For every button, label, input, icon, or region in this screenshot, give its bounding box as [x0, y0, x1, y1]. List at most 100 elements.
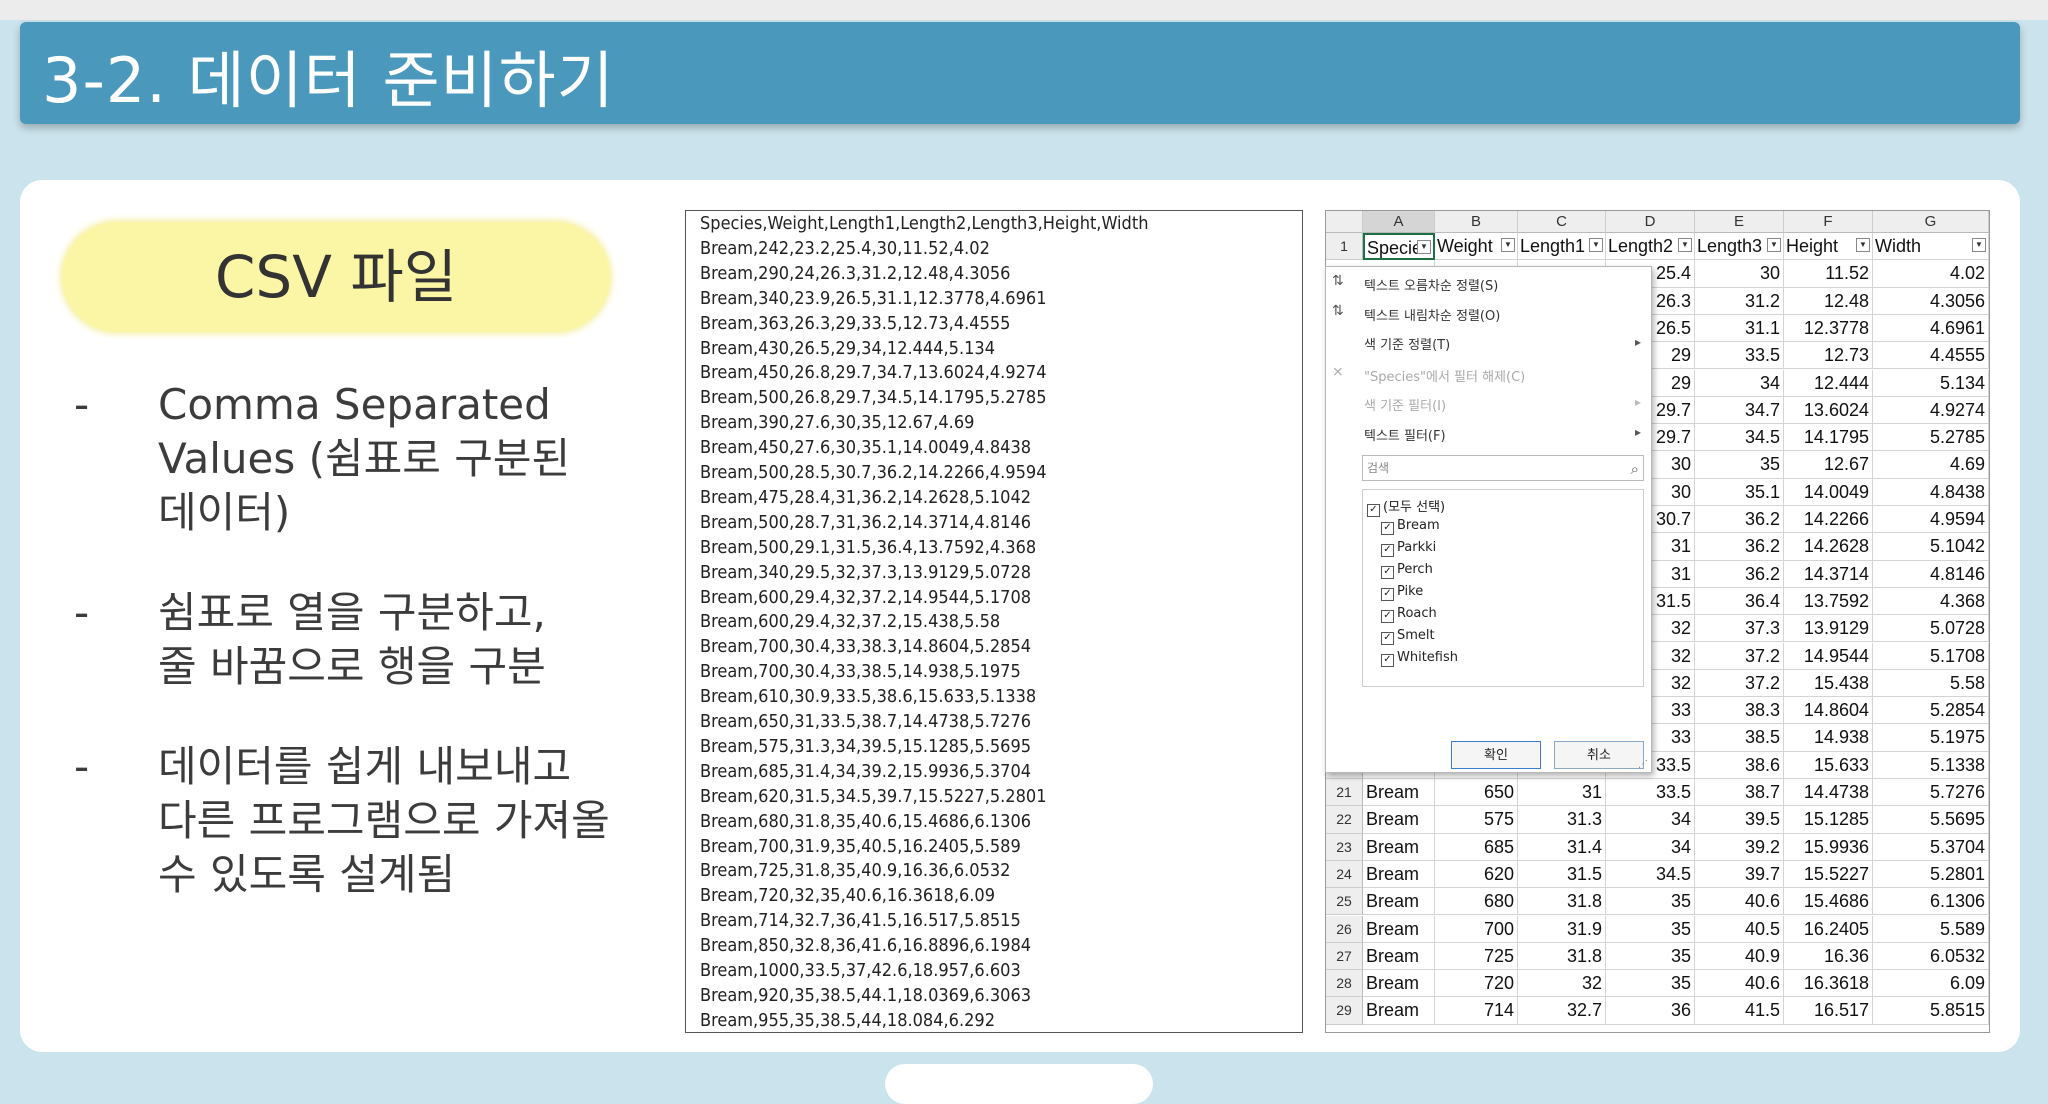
table-cell[interactable]: 35	[1606, 942, 1695, 971]
row-header[interactable]: 25	[1326, 888, 1363, 916]
column-header[interactable]: E	[1695, 211, 1784, 233]
checkbox-icon[interactable]: ✓	[1381, 610, 1394, 623]
table-cell[interactable]: 4.9274	[1873, 396, 1989, 425]
table-cell[interactable]: 32	[1518, 970, 1606, 998]
filter-dropdown-icon[interactable]: ▼	[1589, 238, 1603, 252]
table-cell[interactable]: 5.2854	[1873, 697, 1989, 725]
checkbox-icon[interactable]: ✓	[1381, 544, 1394, 557]
header-cell[interactable]: Length3 ▼	[1695, 233, 1784, 261]
table-cell[interactable]: 40.5	[1695, 915, 1784, 943]
table-cell[interactable]: 36.4	[1695, 587, 1784, 616]
row-header[interactable]: 22	[1326, 806, 1363, 834]
filter-checkbox-item[interactable]: ✓ Pike	[1381, 584, 1423, 601]
table-cell[interactable]: 31.9	[1518, 915, 1606, 943]
header-cell[interactable]: Height ▼	[1784, 233, 1873, 261]
table-cell[interactable]: 575	[1435, 806, 1518, 834]
table-cell[interactable]: 31.1	[1695, 314, 1784, 343]
table-cell[interactable]: 4.368	[1873, 587, 1989, 616]
table-cell[interactable]: 35	[1606, 915, 1695, 943]
table-cell[interactable]: 13.9129	[1784, 615, 1873, 643]
table-cell[interactable]: 12.444	[1784, 369, 1873, 397]
table-cell[interactable]: 37.3	[1695, 615, 1784, 643]
header-cell[interactable]: Weight ▼	[1435, 233, 1518, 261]
table-cell[interactable]: 5.5695	[1873, 806, 1989, 834]
table-cell[interactable]: 14.4738	[1784, 779, 1873, 807]
column-header[interactable]: A	[1363, 211, 1435, 233]
table-cell[interactable]: 33.5	[1606, 779, 1695, 807]
table-cell[interactable]: 34	[1606, 806, 1695, 834]
checkbox-icon[interactable]: ✓	[1381, 654, 1394, 667]
menu-sort-ascending[interactable]: 텍스트 오름차순 정렬(S)	[1364, 275, 1498, 294]
table-cell[interactable]: 15.5227	[1784, 860, 1873, 889]
table-cell[interactable]: 725	[1435, 942, 1518, 971]
table-cell[interactable]: 5.1708	[1873, 642, 1989, 670]
table-cell[interactable]: 31.2	[1695, 287, 1784, 315]
table-cell[interactable]: Bream	[1363, 860, 1435, 889]
table-cell[interactable]: 4.8146	[1873, 560, 1989, 588]
table-cell[interactable]: 14.2266	[1784, 506, 1873, 534]
table-cell[interactable]: 6.09	[1873, 970, 1989, 998]
table-cell[interactable]: 4.02	[1873, 260, 1989, 288]
table-cell[interactable]: 14.1795	[1784, 424, 1873, 452]
table-cell[interactable]: 34.5	[1695, 424, 1784, 452]
table-cell[interactable]: 38.5	[1695, 724, 1784, 752]
table-cell[interactable]: 5.1338	[1873, 751, 1989, 779]
resize-grip-icon[interactable]: ⋰	[1638, 759, 1648, 770]
filter-dropdown-icon[interactable]: ▼	[1767, 238, 1781, 252]
table-cell[interactable]: 31.5	[1518, 860, 1606, 889]
table-cell[interactable]: 40.9	[1695, 942, 1784, 971]
checkbox-icon[interactable]: ✓	[1381, 588, 1394, 601]
table-cell[interactable]: 685	[1435, 833, 1518, 861]
table-cell[interactable]: 37.2	[1695, 642, 1784, 670]
menu-text-filters[interactable]: 텍스트 필터(F)	[1364, 425, 1446, 444]
sheet-corner[interactable]	[1326, 211, 1363, 233]
table-cell[interactable]: 14.938	[1784, 724, 1873, 752]
table-cell[interactable]: 680	[1435, 888, 1518, 916]
table-cell[interactable]: 37.2	[1695, 669, 1784, 698]
table-cell[interactable]: 15.9936	[1784, 833, 1873, 861]
table-cell[interactable]: 4.4555	[1873, 342, 1989, 370]
table-cell[interactable]: Bream	[1363, 806, 1435, 834]
table-cell[interactable]: 36.2	[1695, 560, 1784, 588]
row-header[interactable]: 27	[1326, 942, 1363, 971]
table-cell[interactable]: 38.3	[1695, 697, 1784, 725]
filter-dropdown-icon[interactable]: ▼	[1417, 240, 1431, 254]
table-cell[interactable]: 40.6	[1695, 888, 1784, 916]
table-cell[interactable]: 39.5	[1695, 806, 1784, 834]
filter-dropdown-icon[interactable]: ▼	[1501, 238, 1515, 252]
table-cell[interactable]: 14.9544	[1784, 642, 1873, 670]
table-cell[interactable]: 31.8	[1518, 888, 1606, 916]
table-cell[interactable]: 36.2	[1695, 506, 1784, 534]
filter-dropdown-icon[interactable]: ▼	[1678, 238, 1692, 252]
table-cell[interactable]: 720	[1435, 970, 1518, 998]
header-cell[interactable]: Length2 ▼	[1606, 233, 1695, 261]
table-cell[interactable]: 5.2801	[1873, 860, 1989, 889]
table-cell[interactable]: 15.633	[1784, 751, 1873, 779]
table-cell[interactable]: 650	[1435, 779, 1518, 807]
table-cell[interactable]: 12.3778	[1784, 314, 1873, 343]
table-cell[interactable]: Bream	[1363, 779, 1435, 807]
table-cell[interactable]: 34.7	[1695, 396, 1784, 425]
filter-checkbox-item[interactable]: ✓ Perch	[1381, 562, 1433, 579]
header-cell[interactable]: Width ▼	[1873, 233, 1989, 261]
filter-checkbox-item[interactable]: ✓ Whitefish	[1381, 650, 1458, 667]
table-cell[interactable]: Bream	[1363, 942, 1435, 971]
table-cell[interactable]: 41.5	[1695, 997, 1784, 1025]
table-cell[interactable]: 5.589	[1873, 915, 1989, 943]
row-header[interactable]: 21	[1326, 779, 1363, 807]
table-cell[interactable]: 4.8438	[1873, 478, 1989, 506]
row-header[interactable]: 1	[1326, 233, 1363, 261]
row-header[interactable]: 24	[1326, 860, 1363, 889]
row-header[interactable]: 26	[1326, 915, 1363, 943]
header-cell[interactable]: Length1 ▼	[1518, 233, 1606, 261]
column-header[interactable]: G	[1873, 211, 1989, 233]
table-cell[interactable]: 14.2628	[1784, 533, 1873, 561]
table-cell[interactable]: 4.9594	[1873, 506, 1989, 534]
filter-search-input[interactable]: 검색 ⌕	[1362, 455, 1644, 481]
table-cell[interactable]: 5.3704	[1873, 833, 1989, 861]
table-cell[interactable]: 16.36	[1784, 942, 1873, 971]
table-cell[interactable]: 14.8604	[1784, 697, 1873, 725]
table-cell[interactable]: 12.67	[1784, 451, 1873, 479]
table-cell[interactable]: 38.7	[1695, 779, 1784, 807]
column-header[interactable]: B	[1435, 211, 1518, 233]
